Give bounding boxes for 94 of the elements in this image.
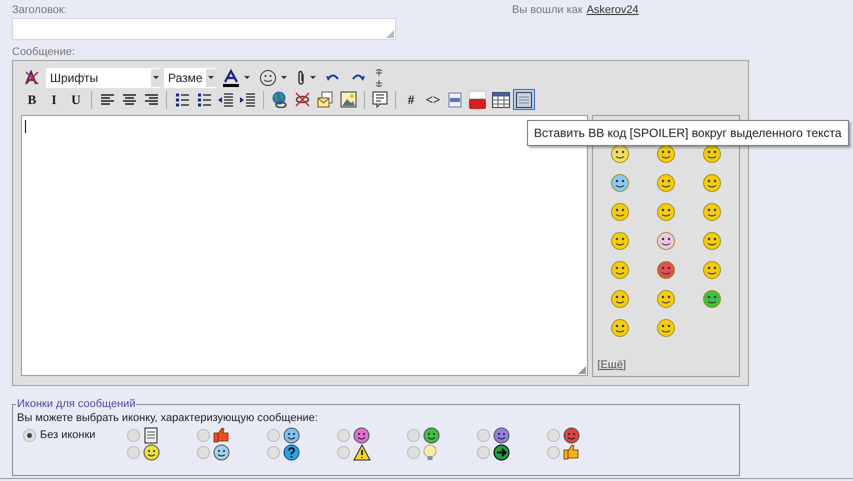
table-icon[interactable]: [492, 92, 510, 108]
radio-label: Без иконки: [40, 428, 96, 443]
login-text: Вы вошли как: [512, 4, 583, 17]
align-center-icon[interactable]: [122, 93, 136, 106]
php-code-icon[interactable]: [447, 92, 463, 108]
format-button[interactable]: <>: [422, 89, 444, 110]
smiley-icon[interactable]: [610, 144, 630, 164]
face-icon: [423, 426, 440, 444]
smiley-icon[interactable]: [610, 318, 630, 338]
smiley-icon[interactable]: [656, 144, 676, 164]
video-icon[interactable]: [469, 90, 486, 108]
thumb-icon: [213, 426, 230, 444]
radio-button[interactable]: [337, 428, 350, 442]
smiley-icon[interactable]: [656, 318, 676, 338]
bulb-icon: [423, 444, 437, 460]
caret-icon[interactable]: [151, 68, 161, 86]
smiley-icon[interactable]: [656, 260, 676, 280]
smiley-icon[interactable]: [610, 260, 630, 280]
radio-button[interactable]: [337, 446, 350, 458]
text-cursor: [25, 120, 26, 133]
title-input-field[interactable]: [12, 18, 396, 40]
unlink-icon[interactable]: [294, 92, 311, 107]
radio-button[interactable]: [197, 428, 210, 442]
globe-link-icon[interactable]: [271, 91, 288, 108]
smiley-icon[interactable]: [610, 289, 630, 309]
caret-icon[interactable]: [310, 76, 316, 79]
format-button[interactable]: #: [400, 89, 422, 110]
align-left-icon[interactable]: [100, 93, 114, 106]
caret-icon[interactable]: [281, 76, 287, 79]
font-color-icon[interactable]: [222, 68, 240, 86]
smiley-icon[interactable]: [259, 68, 277, 86]
image-icon[interactable]: [340, 91, 357, 108]
radio-button[interactable]: [23, 428, 36, 442]
face-icon: [493, 426, 510, 444]
caret-icon[interactable]: [244, 76, 250, 79]
smiley-icon[interactable]: [656, 202, 676, 222]
smiley-icon[interactable]: [702, 173, 722, 193]
face-icon: [353, 426, 370, 444]
radio-button[interactable]: [127, 446, 140, 458]
smiley-icon[interactable]: [610, 202, 630, 222]
question-icon: [283, 444, 300, 460]
smiley-icon[interactable]: [610, 231, 630, 251]
thumb-icon: [563, 444, 580, 460]
ordered-list-icon[interactable]: [174, 92, 190, 106]
more-smileys-link[interactable]: [Ещё]: [597, 356, 735, 373]
document-icon: [143, 426, 159, 444]
radio-button[interactable]: [547, 428, 560, 442]
radio-button[interactable]: [267, 428, 280, 442]
hint-text: Вы можете выбрать иконку, характеризующую сообщение:: [17, 411, 319, 425]
radio-button[interactable]: [407, 428, 420, 442]
remove-format-icon[interactable]: [24, 70, 40, 86]
face-icon: [213, 444, 230, 460]
smiley-icon[interactable]: [702, 231, 722, 251]
smiley-icon[interactable]: [656, 231, 676, 251]
format-button[interactable]: I: [43, 89, 65, 110]
undo-icon[interactable]: [325, 72, 341, 84]
fieldset-legend: Иконки для сообщений: [16, 397, 136, 411]
smiley-icon[interactable]: [702, 289, 722, 309]
field-label: Заголовок:: [12, 4, 68, 17]
format-button[interactable]: U: [65, 89, 87, 110]
radio-button[interactable]: [407, 446, 420, 458]
username-link[interactable]: Askerov24: [586, 4, 639, 17]
format-button[interactable]: B: [21, 89, 43, 110]
spoiler-icon[interactable]: [516, 92, 532, 108]
smiley-icon[interactable]: [656, 289, 676, 309]
indent-icon[interactable]: [240, 92, 256, 106]
outdent-icon[interactable]: [218, 92, 234, 106]
paperclip-icon[interactable]: [296, 70, 306, 86]
tooltip: Вставить BB код [SPOILER] вокруг выделенного текста: [527, 120, 849, 146]
caret-icon[interactable]: [206, 68, 216, 86]
bullet-list-icon[interactable]: [196, 92, 212, 106]
face-icon: [283, 426, 300, 444]
smiley-icon[interactable]: [702, 202, 722, 222]
radio-button[interactable]: [127, 428, 140, 442]
radio-button[interactable]: [477, 428, 490, 442]
smiley-icon[interactable]: [702, 144, 722, 164]
redo-icon[interactable]: [350, 72, 366, 84]
radio-button[interactable]: [477, 446, 490, 458]
face-icon: [563, 426, 580, 444]
face-icon: [143, 444, 160, 460]
dropdown[interactable]: Шрифты: [46, 68, 161, 88]
align-right-icon[interactable]: [144, 93, 158, 106]
warning-icon: [353, 444, 371, 460]
smiley-icon[interactable]: [610, 173, 630, 193]
smiley-icon[interactable]: [656, 173, 676, 193]
resize-icon[interactable]: [375, 68, 383, 86]
radio-button[interactable]: [197, 446, 210, 458]
radio-button[interactable]: [267, 446, 280, 458]
dropdown[interactable]: Разме: [164, 68, 216, 88]
radio-button[interactable]: [547, 446, 560, 458]
quote-icon[interactable]: [372, 91, 388, 108]
email-icon[interactable]: [317, 91, 334, 108]
field-label: Сообщение:: [12, 46, 76, 59]
smiley-icon[interactable]: [702, 260, 722, 280]
